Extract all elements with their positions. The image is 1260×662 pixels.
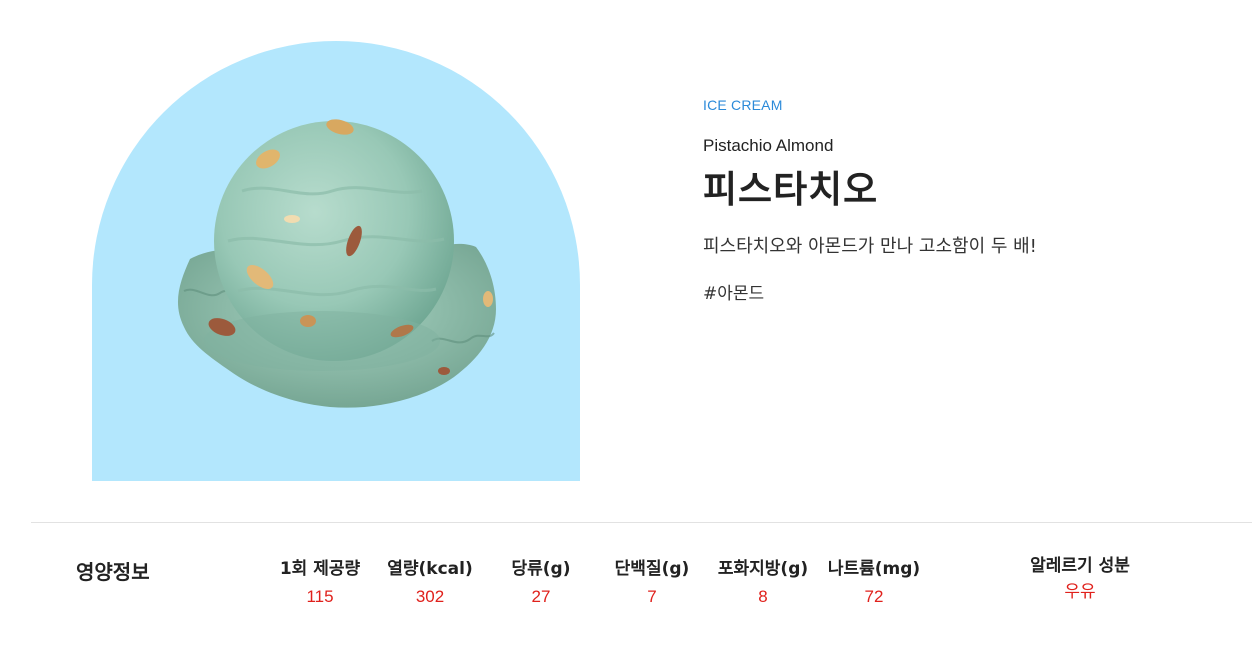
nutrition-item-sodium: 나트륨(mg) 72 [809, 558, 939, 608]
product-image-frame [92, 41, 580, 481]
allergy-info: 알레르기 성분 우유 [1000, 555, 1160, 603]
nutrition-value: 72 [864, 587, 884, 606]
product-detail-page: ICE CREAM Pistachio Almond 피스타치오 피스타치오와 … [0, 0, 1260, 662]
ice-cream-scoop-icon [177, 119, 496, 408]
product-description: 피스타치오와 아몬드가 만나 고소함이 두 배! [703, 236, 1037, 257]
allergy-label: 알레르기 성분 [1030, 556, 1130, 576]
nutrition-label: 나트륨(mg) [827, 559, 921, 579]
product-name-korean: 피스타치오 [703, 168, 879, 211]
section-divider [31, 522, 1252, 523]
allergy-value: 우유 [1064, 582, 1096, 602]
product-category: ICE CREAM [703, 97, 783, 113]
product-hashtag[interactable]: #아몬드 [703, 282, 1243, 306]
nutrition-title: 영양정보 [76, 560, 150, 584]
product-info: ICE CREAM Pistachio Almond 피스타치오 피스타치오와 … [703, 96, 1243, 306]
product-name-english: Pistachio Almond [703, 136, 834, 155]
